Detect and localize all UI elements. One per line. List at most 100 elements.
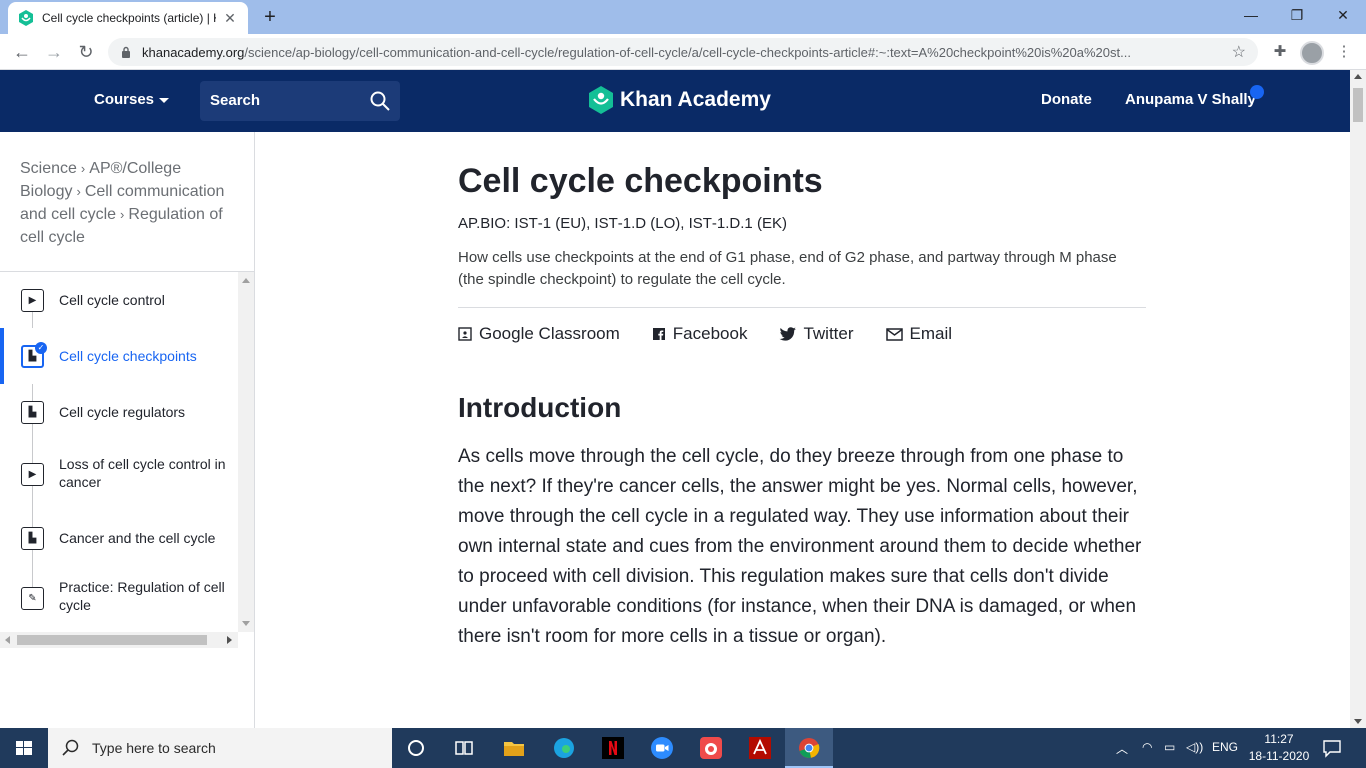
page-scrollbar[interactable] xyxy=(1350,70,1366,728)
lesson-item[interactable]: ▶ Cell cycle control xyxy=(0,272,238,328)
google-classroom-icon xyxy=(458,327,472,341)
acrobat-reader-icon[interactable] xyxy=(748,736,772,760)
twitter-bird-icon xyxy=(779,327,797,341)
browser-tab[interactable]: Cell cycle checkpoints (article) | K ✕ xyxy=(8,2,248,34)
file-explorer-icon[interactable] xyxy=(502,736,526,760)
scrollbar-thumb[interactable] xyxy=(17,635,207,645)
khan-academy-favicon-icon xyxy=(19,10,33,26)
edge-browser-icon[interactable] xyxy=(552,736,576,760)
play-icon: ▶ xyxy=(21,289,44,312)
checkmark-icon: ✓ xyxy=(35,342,47,354)
close-tab-icon[interactable]: ✕ xyxy=(222,10,238,27)
windows-start-icon[interactable] xyxy=(0,728,48,768)
browser-toolbar: ← → ↻ khanacademy.org/science/ap-biology… xyxy=(0,34,1366,70)
article-paragraph: As cells move through the cell cycle, do… xyxy=(458,446,1142,647)
lesson-label: Cell cycle checkpoints xyxy=(59,348,197,364)
sidebar-horizontal-scrollbar[interactable] xyxy=(0,632,238,648)
language-indicator[interactable]: ENG xyxy=(1212,740,1238,754)
lesson-item[interactable]: ▙ Cancer and the cell cycle xyxy=(0,510,238,566)
search-label: Search xyxy=(210,92,261,109)
email-button[interactable]: Email xyxy=(885,324,953,344)
forward-arrow-icon[interactable]: → xyxy=(42,40,66,64)
page-title: Cell cycle checkpoints xyxy=(458,162,823,200)
lesson-list: ▶ Cell cycle control ▙ ✓ Cell cycle chec… xyxy=(0,272,238,632)
search-input[interactable]: Search xyxy=(200,81,400,121)
google-classroom-button[interactable]: Google Classroom xyxy=(458,324,620,344)
lesson-sidebar: Science › AP®︎/College Biology › Cell commun… xyxy=(0,132,255,728)
divider xyxy=(458,307,1146,308)
breadcrumb-chevron-icon: › xyxy=(120,207,125,222)
netflix-icon[interactable] xyxy=(601,736,625,760)
sidebar-scrollbar[interactable] xyxy=(238,272,254,632)
url-host: khanacademy.org xyxy=(142,44,245,60)
scroll-down-icon[interactable] xyxy=(242,621,250,626)
alarm-app-icon[interactable] xyxy=(699,736,723,760)
volume-icon[interactable]: ◁)) xyxy=(1186,740,1203,754)
article-icon: ▙ xyxy=(21,401,44,424)
user-menu-button[interactable]: Anupama V Shally xyxy=(1125,91,1256,108)
section-heading: Introduction xyxy=(458,392,622,423)
site-header: Courses Search Khan Academy Donate Anupa… xyxy=(0,70,1350,132)
share-bar: Google Classroom Facebook Twitter Email xyxy=(458,324,984,344)
chevron-down-icon xyxy=(159,97,170,103)
address-bar[interactable]: khanacademy.org/science/ap-biology/cell-… xyxy=(108,38,1258,66)
article-icon: ▙ xyxy=(21,527,44,550)
lesson-label: Practice: Regulation of cell cycle xyxy=(59,579,225,613)
back-arrow-icon[interactable]: ← xyxy=(10,40,34,64)
active-indicator xyxy=(0,328,4,384)
courses-label: Courses xyxy=(94,91,155,108)
lesson-item-active[interactable]: ▙ ✓ Cell cycle checkpoints xyxy=(0,328,238,384)
wifi-icon[interactable]: ◠ xyxy=(1142,740,1152,754)
battery-icon[interactable]: ▭ xyxy=(1164,740,1175,754)
reload-icon[interactable]: ↻ xyxy=(74,40,98,64)
extensions-puzzle-icon[interactable]: ✚ xyxy=(1268,40,1292,64)
lesson-item[interactable]: ▶ Loss of cell cycle control in cancer xyxy=(0,440,238,510)
bookmark-star-icon[interactable]: ☆ xyxy=(1232,42,1246,62)
taskbar-search-input[interactable]: Type here to search xyxy=(48,728,392,768)
url-text: khanacademy.org/science/ap-biology/cell-… xyxy=(142,45,1224,60)
new-tab-button[interactable]: + xyxy=(258,5,282,29)
task-view-icon[interactable] xyxy=(452,736,476,760)
taskbar-clock[interactable]: 11:27 18-11-2020 xyxy=(1244,731,1314,765)
lesson-label: Loss of cell cycle control in cancer xyxy=(59,456,226,490)
khan-academy-hexagon-icon xyxy=(589,86,613,114)
lesson-item[interactable]: ▙ Cell cycle regulators xyxy=(0,384,238,440)
breadcrumb-science[interactable]: Science xyxy=(20,160,77,177)
restore-button[interactable]: ❐ xyxy=(1274,0,1320,30)
lesson-item[interactable]: ✎ Practice: Regulation of cell cycle xyxy=(0,566,238,632)
close-window-button[interactable]: ✕ xyxy=(1320,0,1366,30)
profile-avatar[interactable] xyxy=(1300,41,1324,65)
scrollbar-thumb[interactable] xyxy=(1353,88,1363,122)
courses-menu-button[interactable]: Courses xyxy=(94,91,170,108)
lock-icon xyxy=(122,46,130,58)
facebook-button[interactable]: Facebook xyxy=(652,324,748,344)
scroll-up-icon[interactable] xyxy=(242,278,250,283)
browser-tab-strip: Cell cycle checkpoints (article) | K ✕ +… xyxy=(0,0,1366,34)
play-icon: ▶ xyxy=(21,463,44,486)
lesson-label: Cell cycle regulators xyxy=(59,404,186,420)
scroll-right-icon[interactable] xyxy=(227,636,232,644)
lesson-label: Cell cycle control xyxy=(59,292,165,308)
khan-academy-logo[interactable]: Khan Academy xyxy=(588,86,771,114)
show-hidden-icons-chevron-icon[interactable]: ︿ xyxy=(1116,740,1128,757)
search-icon[interactable] xyxy=(370,91,390,111)
logo-text: Khan Academy xyxy=(620,88,771,111)
facebook-label: Facebook xyxy=(672,324,748,343)
donate-link[interactable]: Donate xyxy=(1041,91,1092,108)
twitter-label: Twitter xyxy=(803,324,854,343)
scroll-up-icon[interactable] xyxy=(1354,74,1362,79)
search-icon xyxy=(62,739,79,756)
email-label: Email xyxy=(909,324,953,343)
chrome-taskbar-button-active[interactable] xyxy=(785,728,833,768)
cortana-circle-icon[interactable] xyxy=(404,736,428,760)
zoom-icon[interactable] xyxy=(650,736,674,760)
twitter-button[interactable]: Twitter xyxy=(779,324,854,344)
notification-center-icon[interactable] xyxy=(1322,738,1342,758)
menu-kebab-icon[interactable]: ⋮ xyxy=(1332,40,1356,64)
windows-taskbar: Type here to search ︿ ◠ ▭ ◁)) ENG 11:27 … xyxy=(0,728,1366,768)
scroll-left-icon[interactable] xyxy=(5,636,10,644)
pencil-icon: ✎ xyxy=(21,587,44,610)
scroll-down-icon[interactable] xyxy=(1354,719,1362,724)
minimize-button[interactable]: — xyxy=(1228,0,1274,30)
clock-date: 18-11-2020 xyxy=(1248,749,1310,763)
